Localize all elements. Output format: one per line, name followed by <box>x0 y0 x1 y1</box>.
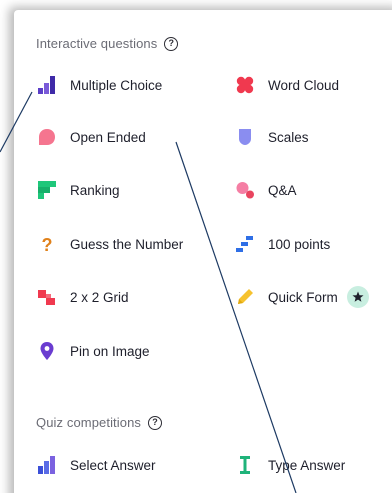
ranking-icon <box>38 181 56 199</box>
item-label: Quick Form <box>268 289 338 305</box>
quiz-competitions-header: Quiz competitions ? <box>36 415 163 430</box>
cloud-icon <box>236 76 254 94</box>
section-title-interactive: Interactive questions <box>36 36 158 51</box>
question-type-quick-form[interactable]: Quick Form <box>236 286 369 308</box>
grid-icon <box>38 288 56 306</box>
help-icon[interactable]: ? <box>148 415 163 430</box>
question-type-ranking[interactable]: Ranking <box>38 179 120 201</box>
shield-scale-icon <box>236 128 254 146</box>
question-type-qa[interactable]: Q&A <box>236 179 297 201</box>
question-type-type-answer[interactable]: Type Answer <box>236 454 345 476</box>
bar-chart-icon <box>38 76 56 94</box>
question-type-picker: Interactive questions ? Multiple Choice … <box>0 0 392 493</box>
pin-icon <box>38 342 56 360</box>
item-label: Ranking <box>70 182 120 198</box>
question-type-2x2-grid[interactable]: 2 x 2 Grid <box>38 286 129 308</box>
interactive-questions-header: Interactive questions ? <box>36 36 179 51</box>
item-label: Select Answer <box>70 457 156 473</box>
item-label: Scales <box>268 129 309 145</box>
help-icon[interactable]: ? <box>164 36 179 51</box>
pencil-icon <box>236 288 254 306</box>
question-mark-icon: ? <box>38 235 56 253</box>
item-label: 100 points <box>268 236 331 252</box>
star-icon <box>346 286 369 308</box>
item-label: Multiple Choice <box>70 77 163 93</box>
section-title-quiz: Quiz competitions <box>36 415 142 430</box>
svg-text:?: ? <box>42 235 53 253</box>
question-type-multiple-choice[interactable]: Multiple Choice <box>38 74 162 96</box>
speech-bubble-icon <box>38 128 56 146</box>
question-type-open-ended[interactable]: Open Ended <box>38 126 146 148</box>
item-label: Word Cloud <box>268 77 340 93</box>
item-label: Pin on Image <box>70 343 150 359</box>
question-type-word-cloud[interactable]: Word Cloud <box>236 74 339 96</box>
text-cursor-icon <box>236 456 254 474</box>
qa-bubbles-icon <box>236 181 254 199</box>
question-type-select-answer[interactable]: Select Answer <box>38 454 156 476</box>
question-type-scales[interactable]: Scales <box>236 126 309 148</box>
question-type-guess-the-number[interactable]: ? Guess the Number <box>38 233 184 255</box>
item-label: Type Answer <box>268 457 346 473</box>
item-label: 2 x 2 Grid <box>70 289 129 305</box>
question-type-pin-on-image[interactable]: Pin on Image <box>38 340 150 362</box>
item-label: Open Ended <box>70 129 146 145</box>
item-label: Guess the Number <box>70 236 184 252</box>
question-type-100-points[interactable]: 100 points <box>236 233 330 255</box>
stairs-icon <box>236 235 254 253</box>
bar-chart-icon <box>38 456 56 474</box>
item-label: Q&A <box>268 182 297 198</box>
